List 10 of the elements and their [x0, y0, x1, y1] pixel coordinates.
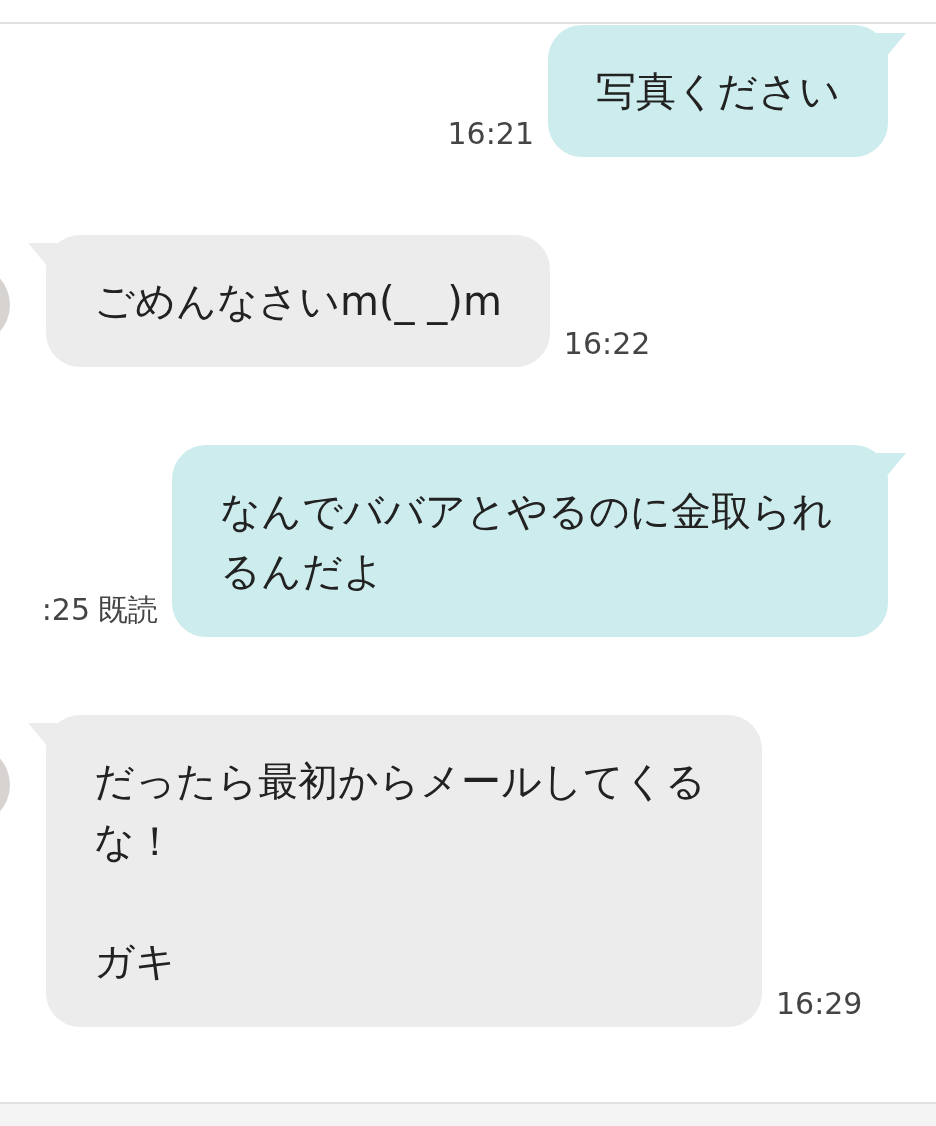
- message-text: 写真ください: [596, 67, 840, 116]
- message-text: ごめんなさいm(_ _)m: [94, 277, 502, 327]
- message-time: 16:21: [447, 116, 534, 151]
- read-receipt: 既読: [98, 591, 158, 629]
- message-text: なんでババアとやるのに金取られるんだよ: [220, 487, 834, 596]
- message-text: ガキ: [94, 937, 177, 986]
- message-time: 16:29: [776, 986, 863, 1021]
- message-text: だったら最初からメールしてくるな！: [94, 757, 707, 866]
- message-time: 16:22: [563, 326, 651, 361]
- message-time: :25: [41, 592, 90, 627]
